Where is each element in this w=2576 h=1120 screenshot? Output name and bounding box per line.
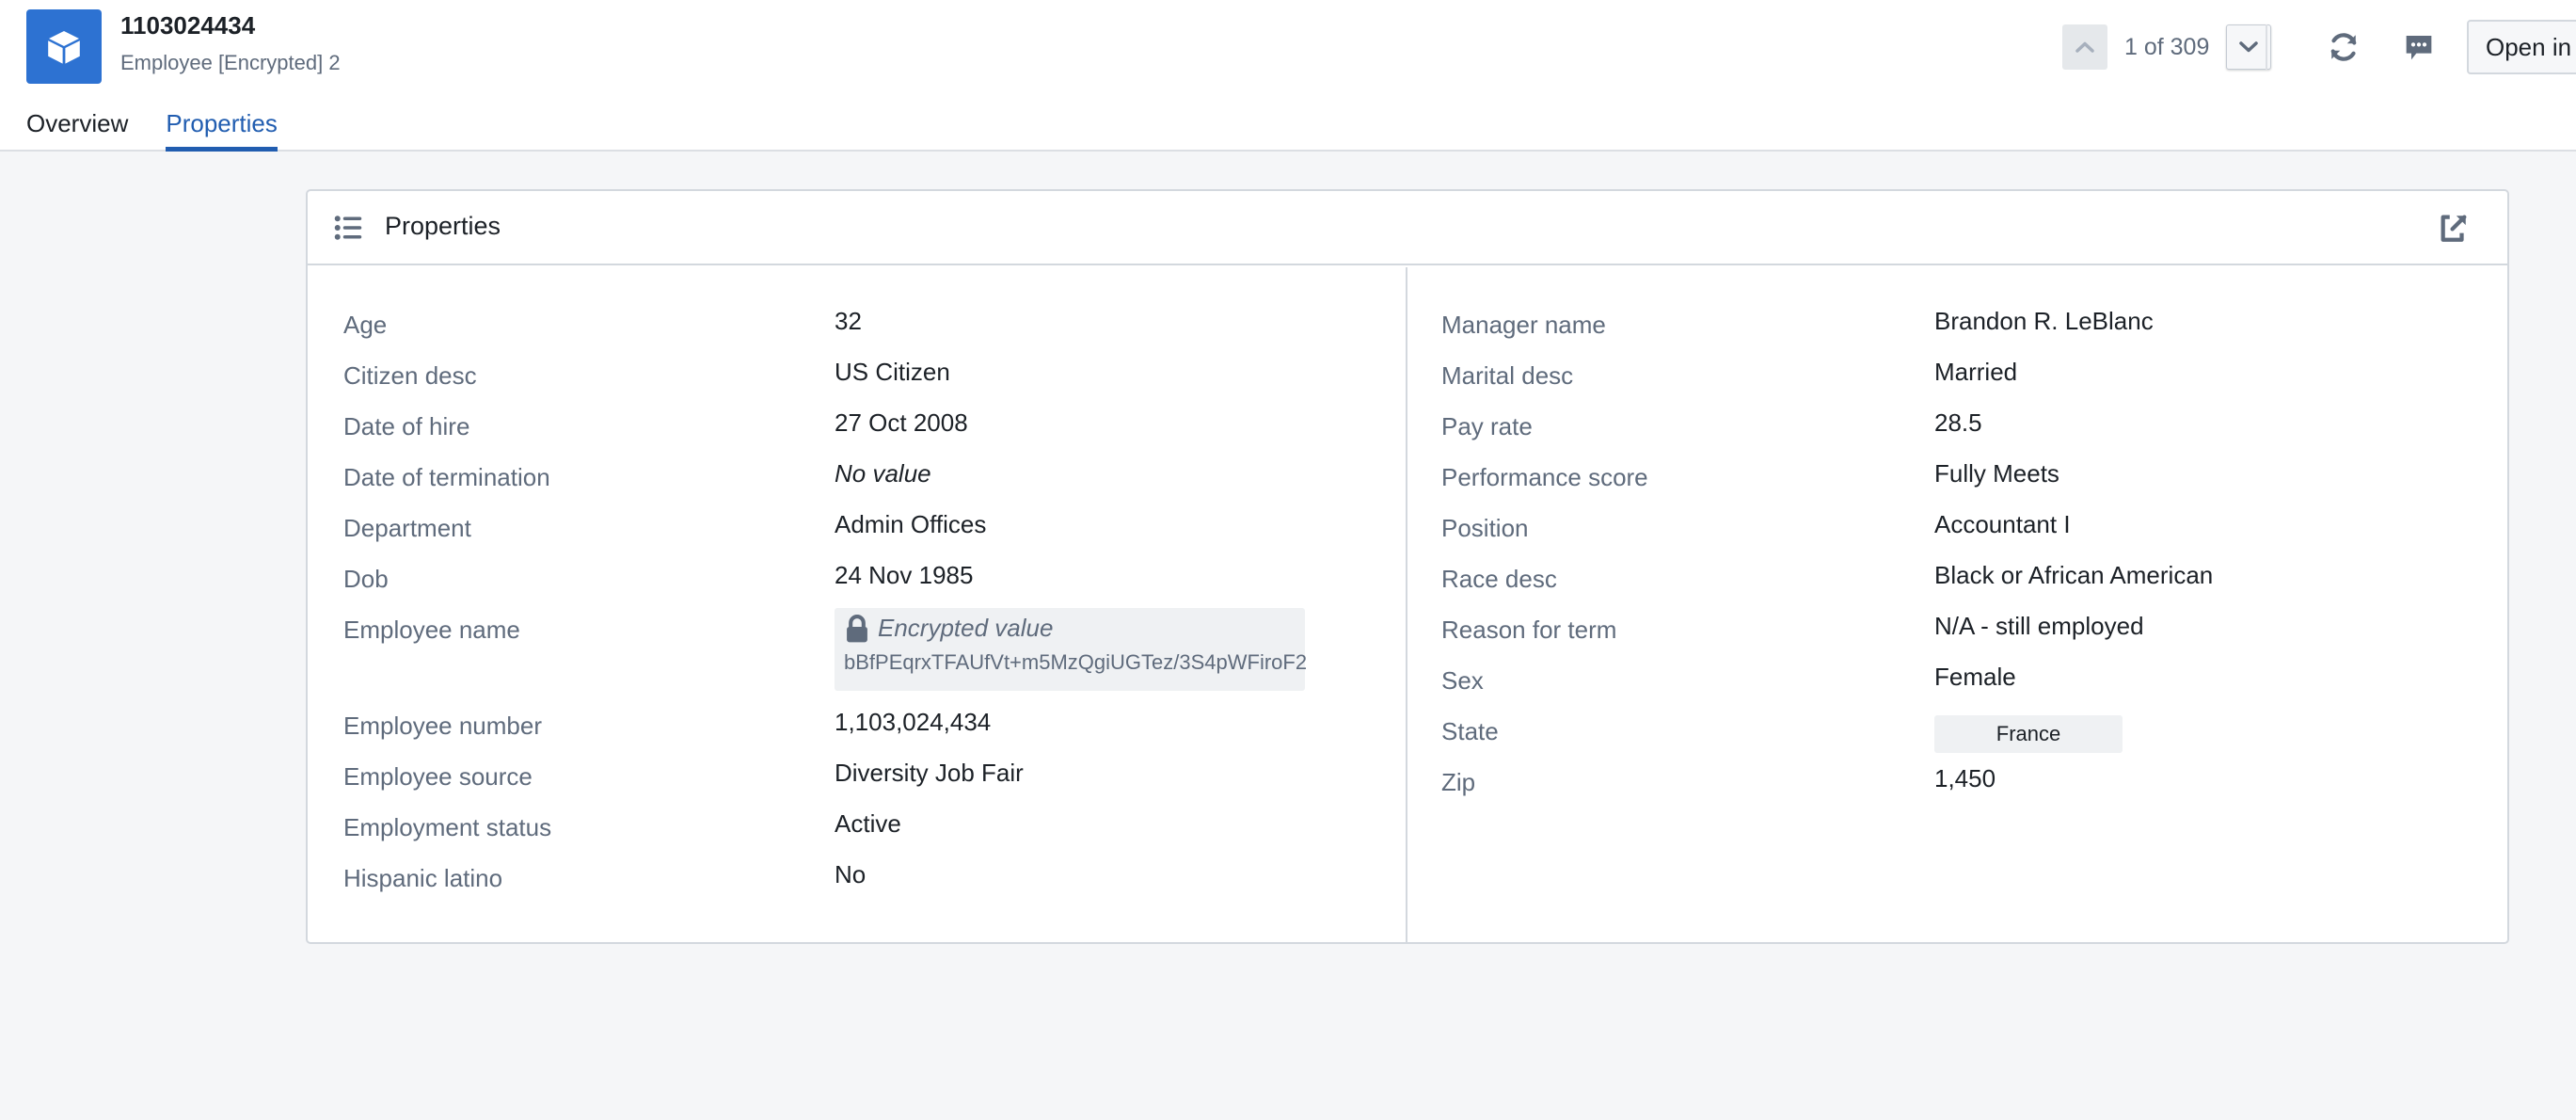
property-row-hispanic-latino: Hispanic latino No <box>308 860 1406 911</box>
property-label: Race desc <box>1441 565 1557 593</box>
property-value: Active <box>835 809 901 838</box>
property-value: 28.5 <box>1934 408 1982 437</box>
tab-overview[interactable]: Overview <box>26 105 128 152</box>
tab-bar: Overview Properties <box>26 105 278 152</box>
encrypted-value-box[interactable]: Encrypted value bBfPEqrxTFAUfVt+m5MzQgiU… <box>835 608 1308 691</box>
comment-icon <box>2406 36 2432 60</box>
open-in-button[interactable]: Open in <box>2467 20 2576 74</box>
property-value: No <box>835 860 867 888</box>
property-label: Position <box>1441 514 1529 542</box>
property-value: Diversity Job Fair <box>835 759 1024 787</box>
property-label: Department <box>343 514 471 542</box>
property-value: US Citizen <box>835 358 950 386</box>
object-header: 1103024434 Employee [Encrypted] 2 Overvi… <box>0 0 2576 152</box>
property-value: Encrypted value bBfPEqrxTFAUfVt+m5MzQgiU… <box>835 608 1307 708</box>
properties-column-right: Manager name Brandon R. LeBlanc Marital … <box>1407 267 2507 942</box>
object-type-logo <box>26 9 102 84</box>
property-row-age: Age 32 <box>308 307 1406 358</box>
property-label: State <box>1441 717 1499 745</box>
share-external-icon <box>2441 215 2467 242</box>
result-counter: 1 of 309 <box>2124 33 2210 60</box>
properties-grid: Age 32 Citizen desc US Citizen Date of h… <box>308 267 2507 942</box>
property-value: Brandon R. LeBlanc <box>1934 307 2154 335</box>
object-type-label: Employee [Encrypted] 2 <box>120 51 341 74</box>
property-value: Fully Meets <box>1934 459 2059 488</box>
property-row-performance-score: Performance score Fully Meets <box>1407 459 2507 510</box>
property-label: Hispanic latino <box>343 864 503 892</box>
property-row-zip: Zip 1,450 <box>1407 764 2507 815</box>
property-value: Female <box>1934 663 2016 691</box>
properties-column-left: Age 32 Citizen desc US Citizen Date of h… <box>308 267 1407 942</box>
property-row-race-desc: Race desc Black or African American <box>1407 561 2507 612</box>
encrypted-value-label: Encrypted value <box>878 614 1054 642</box>
cube-icon <box>48 30 80 64</box>
encrypted-value-hash: bBfPEqrxTFAUfVt+m5MzQgiUGTez/3S4pWFiroF2 <box>844 650 1308 674</box>
property-value-empty: No value <box>835 459 931 488</box>
property-row-sex: Sex Female <box>1407 663 2507 713</box>
property-value: 32 <box>835 307 862 335</box>
property-label: Pay rate <box>1441 412 1533 440</box>
property-label: Marital desc <box>1441 361 1574 390</box>
properties-card-title: Properties <box>385 212 501 240</box>
property-value: 27 Oct 2008 <box>835 408 968 437</box>
property-value: 1,450 <box>1934 764 1996 792</box>
property-label: Employee name <box>343 616 520 644</box>
property-value: 24 Nov 1985 <box>835 561 974 589</box>
result-navigation: 1 of 309 <box>2062 24 2272 70</box>
property-row-marital-desc: Marital desc Married <box>1407 358 2507 408</box>
property-label: Reason for term <box>1441 616 1617 644</box>
property-value: Accountant I <box>1934 510 2071 538</box>
property-row-employee-source: Employee source Diversity Job Fair <box>308 759 1406 809</box>
property-label: Employment status <box>343 813 552 841</box>
property-label: Employee number <box>343 712 542 740</box>
popout-button[interactable] <box>2438 212 2470 248</box>
refresh-icon <box>2330 33 2357 61</box>
property-row-citizen-desc: Citizen desc US Citizen <box>308 358 1406 408</box>
property-value: France <box>1934 713 2123 764</box>
property-row-date-of-hire: Date of hire 27 Oct 2008 <box>308 408 1406 459</box>
toolbar-divider <box>2266 24 2267 70</box>
lock-icon <box>847 614 867 642</box>
tab-properties[interactable]: Properties <box>166 105 278 152</box>
property-row-employment-status: Employment status Active <box>308 809 1406 860</box>
property-label: Date of hire <box>343 412 470 440</box>
properties-list-icon <box>334 216 362 240</box>
property-value: 1,103,024,434 <box>835 708 992 736</box>
property-value: Married <box>1934 358 2018 386</box>
property-label: Performance score <box>1441 463 1648 491</box>
properties-card-header: Properties <box>308 191 2507 265</box>
property-label: Citizen desc <box>343 361 477 390</box>
property-row-department: Department Admin Offices <box>308 510 1406 561</box>
property-row-pay-rate: Pay rate 28.5 <box>1407 408 2507 459</box>
property-label: Employee source <box>343 762 533 791</box>
chevron-up-icon <box>2075 41 2094 53</box>
property-row-reason-for-term: Reason for term N/A - still employed <box>1407 612 2507 663</box>
property-value: Admin Offices <box>835 510 987 538</box>
refresh-button[interactable] <box>2322 25 2365 69</box>
chevron-down-icon <box>2239 41 2259 53</box>
property-row-employee-number: Employee number 1,103,024,434 <box>308 708 1406 759</box>
property-label: Date of termination <box>343 463 550 491</box>
property-label: Sex <box>1441 666 1484 695</box>
state-tag[interactable]: France <box>1934 715 2123 753</box>
property-label: Manager name <box>1441 311 1606 339</box>
property-row-employee-name: Employee name Encrypted value bBfPEqrxTF… <box>308 608 1406 708</box>
property-value: N/A - still employed <box>1934 612 2144 640</box>
property-label: Dob <box>343 565 389 593</box>
property-row-dob: Dob 24 Nov 1985 <box>308 561 1406 612</box>
property-row-manager-name: Manager name Brandon R. LeBlanc <box>1407 307 2507 358</box>
property-label: Zip <box>1441 768 1476 796</box>
property-label: Age <box>343 311 388 339</box>
object-title: 1103024434 <box>120 11 256 40</box>
property-row-position: Position Accountant I <box>1407 510 2507 561</box>
comments-button[interactable] <box>2397 25 2441 69</box>
properties-card: Properties Age 32 Citizen desc US Citize… <box>306 189 2509 944</box>
property-row-state: State France <box>1407 713 2507 764</box>
property-row-date-of-termination: Date of termination No value <box>308 459 1406 510</box>
property-value: Black or African American <box>1934 561 2214 589</box>
previous-result-button[interactable] <box>2062 24 2107 70</box>
